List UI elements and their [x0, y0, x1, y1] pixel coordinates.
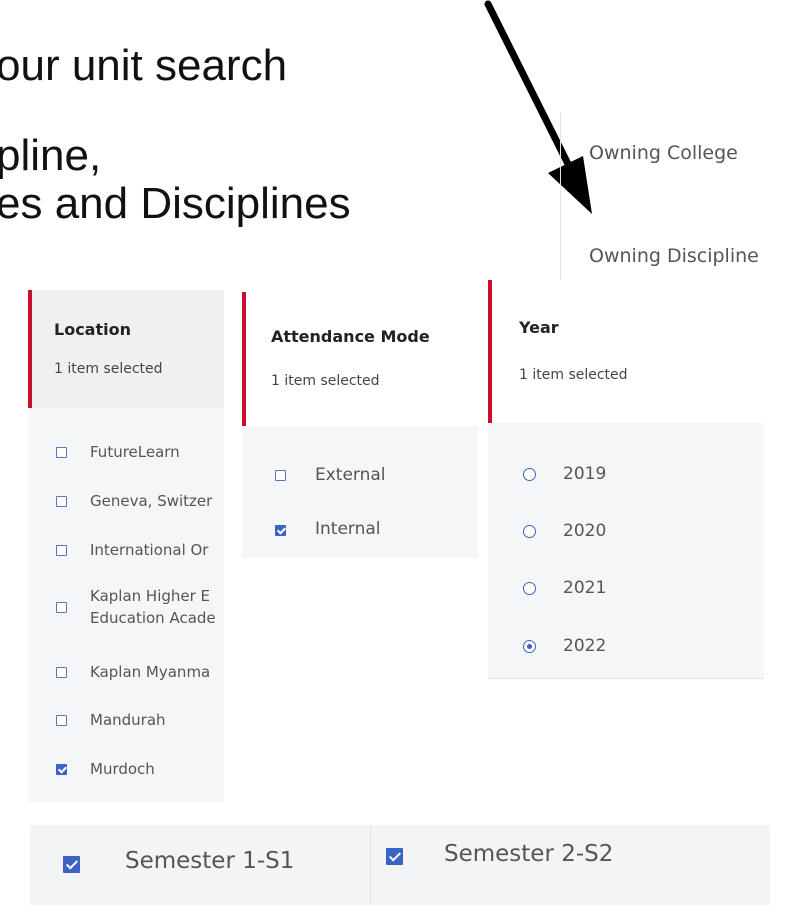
owning-discipline-filter[interactable]: Owning Discipline — [589, 245, 759, 267]
checkbox-icon[interactable] — [56, 447, 67, 458]
semester-filter-bar: Semester 1-S1 Semester 2-S2 — [30, 825, 770, 905]
radio-selected-icon[interactable] — [523, 640, 536, 653]
owning-filter-panel: Owning College Owning Discipline — [560, 112, 800, 300]
semester-option-label: Semester 2-S2 — [444, 841, 614, 867]
year-status: 1 item selected — [519, 367, 628, 383]
year-option-label: 2019 — [563, 464, 607, 484]
year-option-label: 2021 — [563, 578, 607, 598]
location-option-label-line2: Education Acade — [90, 609, 216, 627]
attendance-mode-filter-header[interactable]: Attendance Mode 1 item selected — [242, 292, 478, 426]
attendance-option-label: External — [315, 465, 386, 485]
checkbox-checked-icon[interactable] — [56, 764, 67, 775]
checkbox-icon[interactable] — [56, 496, 67, 507]
attendance-mode-title: Attendance Mode — [271, 327, 430, 346]
year-option-label: 2020 — [563, 521, 607, 541]
location-option-label: Kaplan Higher E — [90, 587, 211, 605]
location-options-list: FutureLearn Geneva, Switzer Internationa… — [28, 408, 224, 802]
location-filter-header[interactable]: Location 1 item selected — [28, 290, 224, 408]
location-option-label: FutureLearn — [90, 443, 180, 461]
location-status: 1 item selected — [54, 361, 163, 377]
checkbox-icon[interactable] — [56, 545, 67, 556]
attendance-option-label: Internal — [315, 519, 381, 539]
location-title: Location — [54, 320, 131, 339]
checkbox-icon[interactable] — [56, 667, 67, 678]
location-option-label: Mandurah — [90, 711, 166, 729]
radio-icon[interactable] — [523, 468, 536, 481]
location-option-label: Kaplan Myanma — [90, 663, 211, 681]
semester-divider — [370, 825, 371, 905]
checkbox-checked-icon[interactable] — [63, 856, 80, 873]
year-options-list: 2019 2020 2021 2022 — [488, 423, 764, 679]
checkbox-icon[interactable] — [275, 470, 286, 481]
year-filter-panel: Year 1 item selected 2019 2020 2021 2022 — [488, 280, 764, 679]
slide-text-line-1: our unit search — [0, 41, 288, 90]
checkbox-icon[interactable] — [56, 602, 67, 613]
owning-college-filter[interactable]: Owning College — [589, 142, 738, 164]
location-option-label: International Or — [90, 541, 209, 559]
semester-option-label: Semester 1-S1 — [125, 848, 295, 874]
attendance-mode-status: 1 item selected — [271, 373, 380, 389]
attendance-mode-options-list: External Internal — [242, 426, 478, 558]
checkbox-checked-icon[interactable] — [275, 525, 286, 536]
radio-icon[interactable] — [523, 582, 536, 595]
year-title: Year — [519, 318, 559, 337]
slide-text-line-2: pline, — [0, 131, 102, 180]
year-filter-header[interactable]: Year 1 item selected — [488, 280, 764, 423]
checkbox-checked-icon[interactable] — [386, 848, 403, 865]
slide-text-line-3: es and Disciplines — [0, 179, 351, 228]
attendance-mode-filter-panel: Attendance Mode 1 item selected External… — [242, 292, 478, 558]
location-filter-panel: Location 1 item selected FutureLearn Gen… — [28, 290, 224, 802]
location-option-label: Geneva, Switzer — [90, 492, 213, 510]
location-option-label: Murdoch — [90, 760, 155, 778]
checkbox-icon[interactable] — [56, 715, 67, 726]
year-option-label: 2022 — [563, 636, 607, 656]
radio-icon[interactable] — [523, 525, 536, 538]
